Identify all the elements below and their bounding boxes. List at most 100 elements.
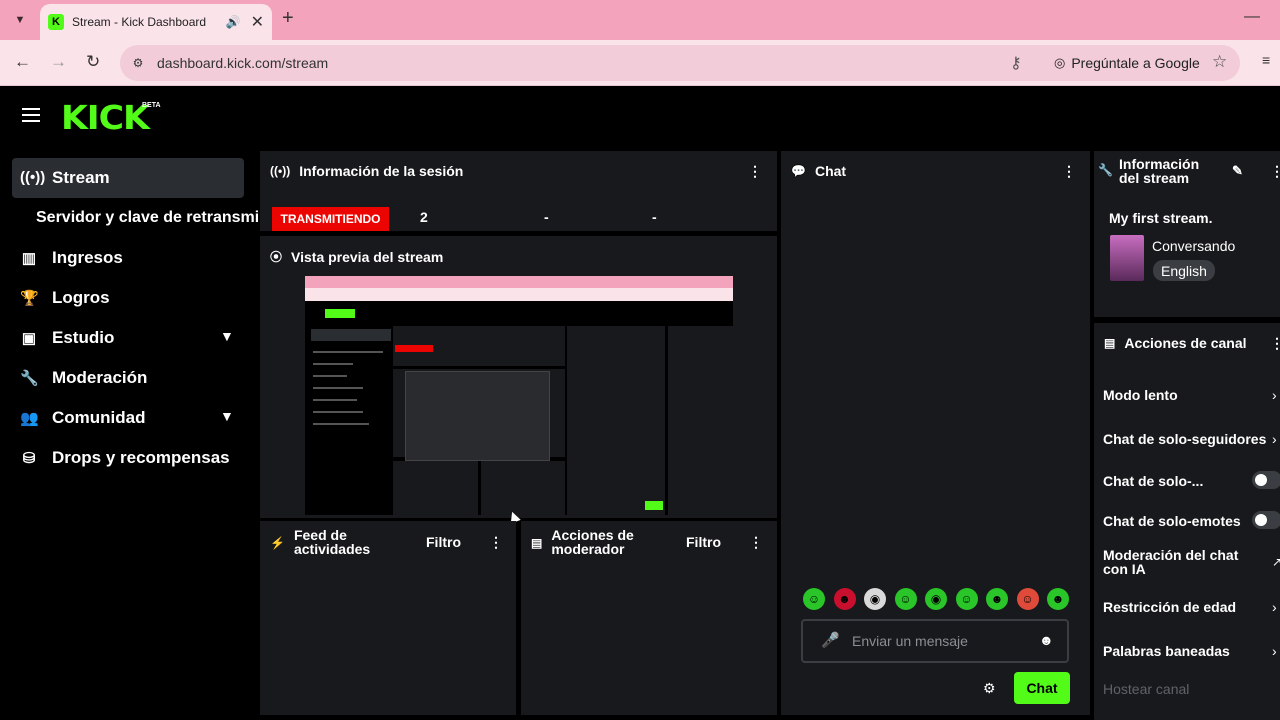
speaker-icon[interactable]: 🔊	[226, 15, 241, 29]
more-options-icon[interactable]: ⋮	[489, 534, 503, 551]
chevron-right-icon[interactable]: ›	[1272, 431, 1277, 447]
sidebar-item-estudio[interactable]: ▣ Estudio ▼	[12, 318, 258, 358]
chevron-right-icon[interactable]: ›	[1272, 387, 1277, 403]
preview-chat-btn	[645, 501, 663, 510]
wrench-icon: 🔧	[1098, 163, 1113, 177]
trophy-icon: 🏆	[20, 290, 39, 307]
forward-button[interactable]: →	[50, 52, 67, 72]
category-thumbnail	[1110, 235, 1144, 281]
chevron-right-icon[interactable]: ›	[1272, 643, 1277, 659]
minimize-button[interactable]: —	[1244, 8, 1260, 26]
emote-button[interactable]: ☺	[1016, 588, 1039, 610]
menu-icon[interactable]	[22, 108, 40, 122]
emote-button[interactable]: ☻	[1047, 588, 1069, 610]
stream-preview-video[interactable]	[305, 276, 733, 515]
more-options-icon[interactable]: ⋮	[1270, 163, 1280, 180]
browser-tab[interactable]: K Stream - Kick Dashboard 🔊 ✕	[40, 4, 272, 40]
preview-right	[668, 326, 733, 515]
document-icon: ▤	[531, 536, 543, 550]
chevron-right-icon[interactable]: ›	[1272, 599, 1277, 615]
key-icon[interactable]: ⚷	[1010, 53, 1022, 73]
emoji-icon[interactable]: ☻	[1039, 632, 1054, 648]
emote-button[interactable]: ☺	[894, 588, 917, 610]
chat-bubble-icon: 💬	[791, 164, 806, 178]
sidebar-item-label: Ingresos	[52, 248, 123, 267]
send-chat-button[interactable]: Chat	[1014, 672, 1070, 704]
emote-button[interactable]: ☻	[986, 588, 1008, 610]
kick-logo[interactable]: KICK	[61, 98, 150, 137]
ai-moderation-row[interactable]: Moderación del chat con IA	[1103, 548, 1238, 576]
more-options-icon[interactable]: ⋮	[1270, 335, 1280, 352]
chat-message-input[interactable]: 🎤 Enviar un mensaje ☻	[801, 619, 1069, 663]
sidebar-item-ingresos[interactable]: ▥ Ingresos	[12, 238, 258, 278]
studio-icon: ▣	[21, 330, 37, 347]
age-restriction-row[interactable]: Restricción de edad	[1103, 599, 1236, 615]
chevron-down-icon[interactable]: ▼	[220, 408, 234, 424]
star-icon[interactable]: ☆	[1212, 52, 1227, 72]
chart-icon: ▥	[21, 250, 37, 267]
reload-button[interactable]: ↻	[86, 52, 100, 72]
preview-line	[313, 351, 383, 353]
mod-actions-title: Acciones de moderador	[551, 528, 633, 556]
preview-line	[313, 399, 357, 401]
preview-panel	[393, 461, 478, 515]
sidebar-item-server-key[interactable]: Servidor y clave de retransmisión	[12, 198, 258, 238]
subscribers-only-toggle[interactable]	[1252, 471, 1280, 489]
session-info-panel: ((•)) Información de la sesión ⋮ TRANSMI…	[260, 151, 777, 231]
chat-placeholder: Enviar un mensaje	[852, 633, 968, 649]
more-options-icon[interactable]: ⋮	[749, 534, 763, 551]
preview-line	[313, 387, 363, 389]
emote-button[interactable]: ◉	[864, 588, 886, 610]
panel-header: ▤ Acciones de moderador	[531, 528, 634, 556]
pencil-icon[interactable]: ✎	[1232, 163, 1243, 179]
preview-line	[313, 363, 353, 365]
activity-filter-button[interactable]: Filtro	[426, 534, 461, 550]
sidebar-item-label: Drops y recompensas	[52, 448, 230, 467]
slow-mode-row[interactable]: Modo lento	[1103, 387, 1178, 403]
ask-google-button[interactable]: ◎ Pregúntale a Google	[1044, 49, 1210, 77]
banned-words-row[interactable]: Palabras baneadas	[1103, 643, 1230, 659]
sidebar-item-logros[interactable]: 🏆 Logros	[12, 278, 258, 318]
more-options-icon[interactable]: ⋮	[748, 163, 762, 180]
document-icon: ▤	[1104, 336, 1116, 350]
emote-button[interactable]: ☻	[833, 588, 856, 610]
sidebar-item-moderacion[interactable]: 🔧 Moderación	[12, 358, 258, 398]
activity-title-line: actividades	[293, 541, 371, 557]
more-options-icon[interactable]: ⋮	[1062, 163, 1076, 180]
tab-search-button[interactable]: ▼	[8, 8, 32, 32]
mod-filter-button[interactable]: Filtro	[686, 534, 721, 550]
preview-icon: ⦿	[270, 250, 283, 264]
close-icon[interactable]: ✕	[251, 12, 264, 32]
preview-line	[313, 411, 363, 413]
chevron-down-icon[interactable]: ▼	[220, 328, 234, 344]
viewer-count: 2	[420, 209, 428, 225]
host-channel-row[interactable]: Hostear canal	[1103, 681, 1189, 697]
lens-icon: ◎	[1054, 55, 1066, 70]
stream-info-title-line: del stream	[1119, 170, 1190, 186]
sidebar-item-drops[interactable]: ⛁ Drops y recompensas	[12, 438, 258, 478]
address-bar[interactable]: ⚙ dashboard.kick.com/stream ⚷ ◎ Pregúnta…	[120, 45, 1240, 81]
panel-header: 💬 Chat	[791, 163, 846, 179]
back-button[interactable]: ←	[14, 52, 31, 72]
site-info-icon[interactable]: ⚙	[126, 51, 150, 75]
microphone-icon[interactable]: 🎤	[821, 631, 840, 649]
external-link-icon[interactable]: ↗	[1272, 555, 1280, 569]
preview-addressbar	[305, 288, 733, 301]
session-title: Información de la sesión	[299, 163, 464, 179]
beta-badge: BETA	[142, 102, 161, 109]
session-stat: -	[652, 209, 657, 225]
new-tab-button[interactable]: +	[282, 7, 294, 30]
emote-button[interactable]: ◉	[925, 588, 947, 610]
emote-button[interactable]: ☺	[955, 588, 978, 610]
sidebar-item-stream[interactable]: ((•)) Stream	[12, 158, 244, 198]
gear-icon[interactable]: ⚙	[983, 680, 996, 697]
extensions-icon[interactable]: ≡	[1262, 52, 1270, 68]
followers-only-row[interactable]: Chat de solo-seguidores	[1103, 431, 1277, 447]
url-text[interactable]: dashboard.kick.com/stream	[157, 55, 328, 71]
preview-title: Vista previa del stream	[291, 248, 444, 265]
emote-button[interactable]: ☺	[803, 588, 825, 610]
emotes-only-toggle[interactable]	[1252, 511, 1280, 529]
sidebar-item-label: Comunidad	[52, 408, 146, 427]
stream-name: My first stream.	[1109, 210, 1213, 226]
sidebar-item-comunidad[interactable]: 👥 Comunidad ▼	[12, 398, 258, 438]
